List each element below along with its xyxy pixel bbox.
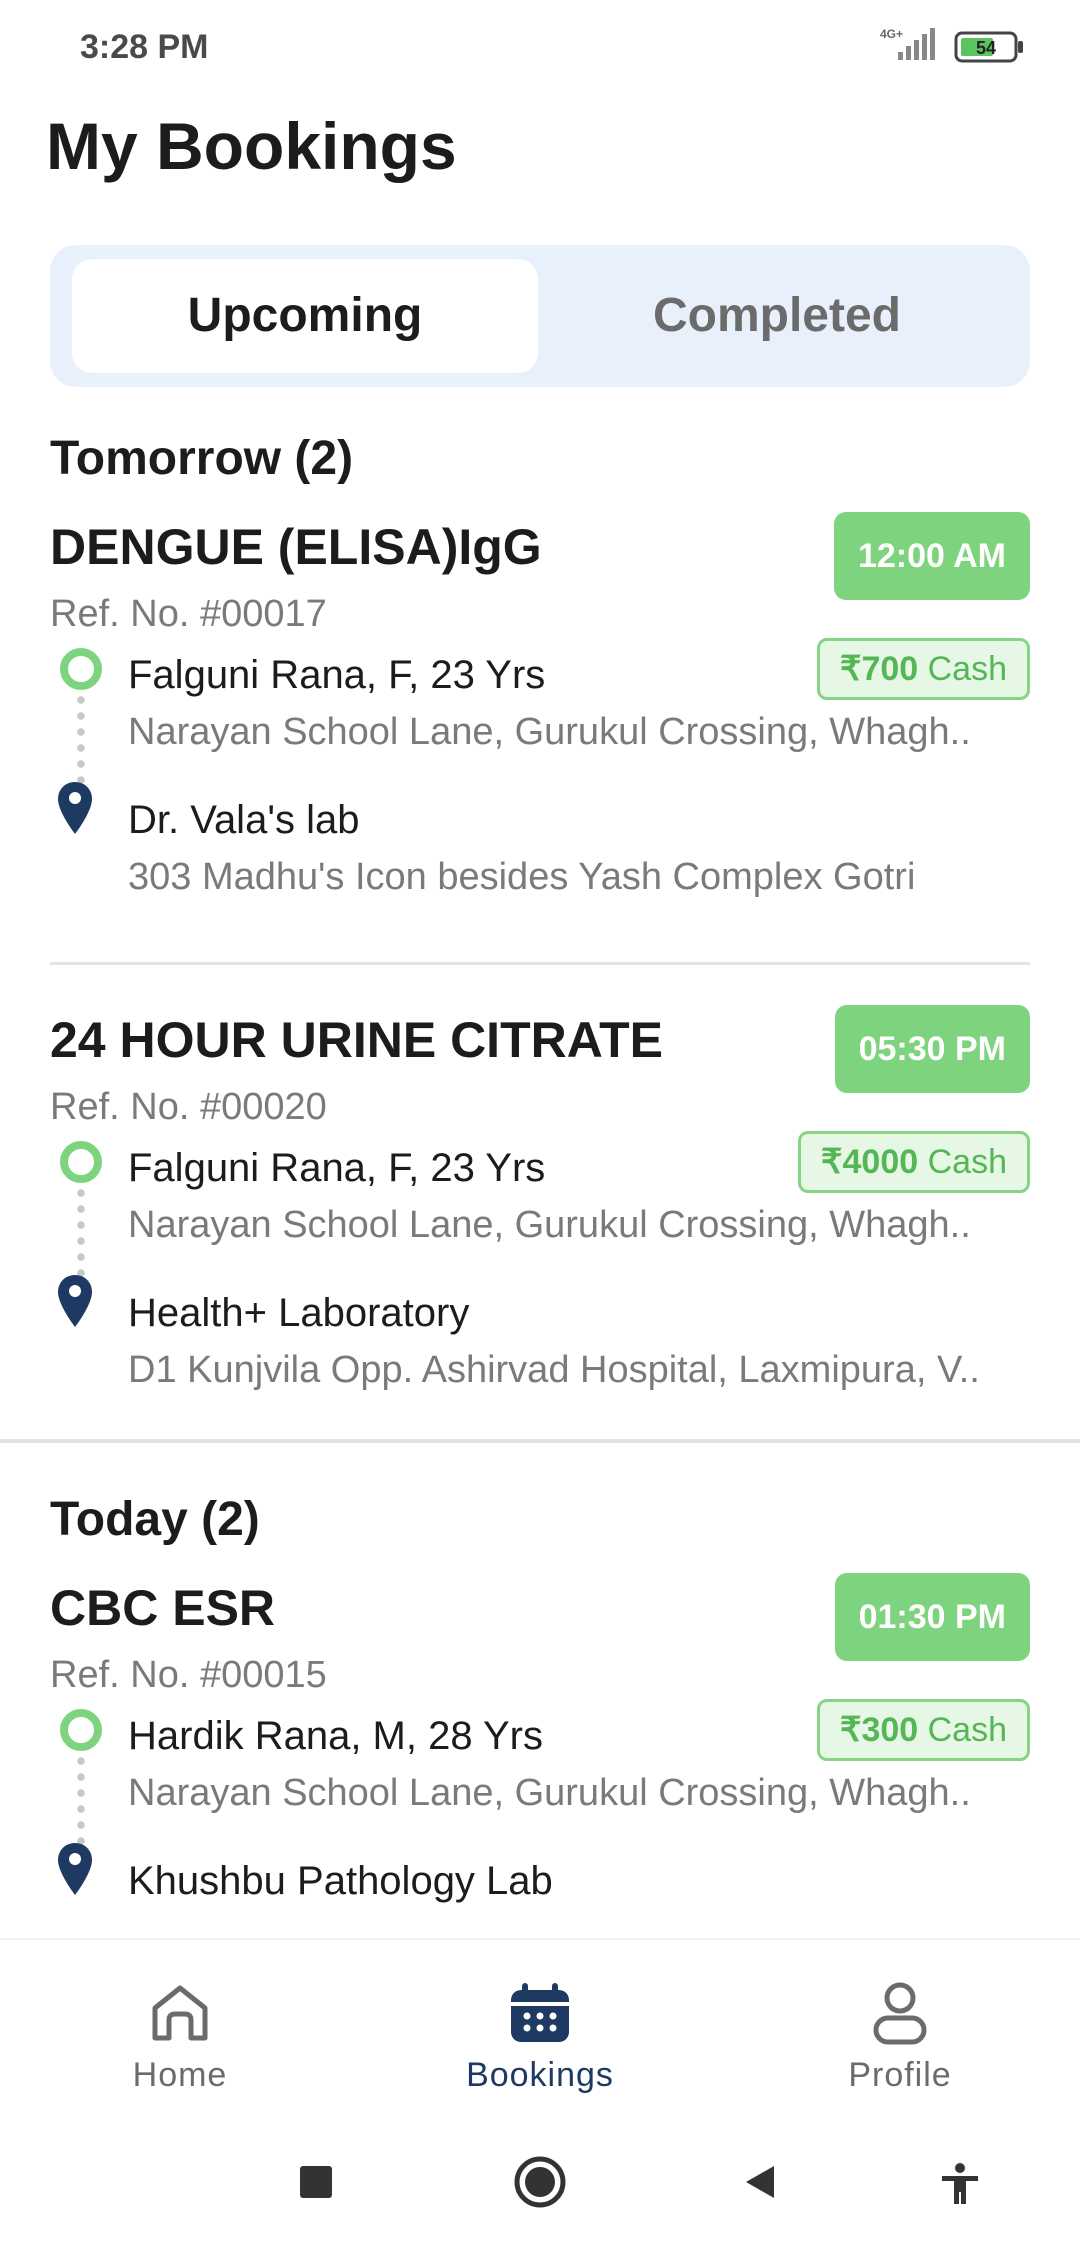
booking-card[interactable]: DENGUE (ELISA)IgG Ref. No. #00017 12:00 …	[50, 498, 1030, 965]
signal-icon: 4G+	[880, 27, 935, 60]
patient-address: Narayan School Lane, Gurukul Crossing, W…	[128, 1772, 971, 1814]
accessibility-icon[interactable]	[940, 2162, 980, 2206]
test-name: DENGUE (ELISA)IgG	[50, 519, 542, 575]
lab-name: Khushbu Pathology Lab	[128, 1859, 553, 1903]
payment-mode: Cash	[927, 1711, 1007, 1749]
price-amount: ₹700	[839, 650, 919, 688]
time-badge: 05:30 PM	[834, 1005, 1030, 1093]
section-title: Today (2)	[50, 1493, 260, 1546]
bottom-navigation: Home Bookings Profile	[0, 1938, 1080, 2124]
origin-dot-icon	[60, 1141, 102, 1183]
page-title: My Bookings	[46, 109, 457, 183]
profile-icon	[873, 1982, 927, 2045]
patient-name: Hardik Rana, M, 28 Yrs	[128, 1714, 543, 1758]
section-title: Tomorrow (2)	[50, 432, 354, 485]
tab-upcoming[interactable]: Upcoming	[72, 259, 538, 373]
origin-dot-icon	[60, 1709, 102, 1751]
patient-name: Falguni Rana, F, 23 Yrs	[128, 653, 546, 697]
booking-card[interactable]: 24 HOUR URINE CITRATE Ref. No. #00020 05…	[50, 965, 1030, 1439]
price-amount: ₹4000	[820, 1143, 919, 1181]
route-timeline	[54, 640, 120, 840]
home-icon	[152, 1985, 208, 2041]
battery-level: 54	[976, 38, 996, 58]
system-navigation-bar	[0, 2122, 1080, 2246]
dotted-line	[77, 1185, 85, 1281]
test-name: CBC ESR	[50, 1580, 276, 1636]
time-badge: 01:30 PM	[834, 1573, 1030, 1661]
patient-name: Falguni Rana, F, 23 Yrs	[128, 1146, 546, 1190]
lab-name: Health+ Laboratory	[128, 1291, 470, 1335]
nav-bookings-label: Bookings	[466, 2056, 614, 2094]
payment-mode: Cash	[927, 1143, 1007, 1181]
status-bar: 3:28 PM 4G+ 54	[0, 0, 1080, 96]
nav-home-label: Home	[132, 2056, 228, 2094]
route-timeline	[54, 1133, 120, 1333]
location-pin-icon	[58, 1843, 92, 1895]
lab-address: 303 Madhu's Icon besides Yash Complex Go…	[128, 856, 916, 898]
route-timeline	[54, 1701, 120, 1901]
booking-card[interactable]: CBC ESR Ref. No. #00015 01:30 PM ₹300 Ca…	[50, 1559, 1030, 1938]
price-badge: ₹700 Cash	[816, 638, 1030, 700]
origin-dot-icon	[60, 648, 102, 690]
status-time: 3:28 PM	[80, 28, 209, 66]
time-badge: 12:00 AM	[833, 512, 1030, 600]
price-badge: ₹300 Cash	[816, 1699, 1030, 1761]
dotted-line	[77, 692, 85, 788]
section-today: Today (2) CBC ESR Ref. No. #00015 01:30 …	[0, 1443, 1080, 1938]
patient-address: Narayan School Lane, Gurukul Crossing, W…	[128, 1204, 971, 1246]
patient-address: Narayan School Lane, Gurukul Crossing, W…	[128, 711, 971, 753]
bookings-list[interactable]: Tomorrow (2) DENGUE (ELISA)IgG Ref. No. …	[0, 420, 1080, 1938]
payment-mode: Cash	[927, 650, 1007, 688]
calendar-icon	[511, 1983, 569, 2042]
home-button-icon[interactable]	[512, 2154, 568, 2210]
lab-name: Dr. Vala's lab	[128, 798, 360, 842]
reference-number: Ref. No. #00015	[50, 1654, 327, 1696]
reference-number: Ref. No. #00020	[50, 1086, 327, 1128]
booking-tabs: Upcoming Completed	[50, 245, 1030, 387]
reference-number: Ref. No. #00017	[50, 593, 327, 635]
lab-address: D1 Kunjvila Opp. Ashirvad Hospital, Laxm…	[128, 1349, 980, 1391]
dotted-line	[77, 1753, 85, 1849]
tab-completed[interactable]: Completed	[544, 259, 1010, 373]
location-pin-icon	[58, 782, 92, 834]
price-amount: ₹300	[839, 1711, 919, 1749]
test-name: 24 HOUR URINE CITRATE	[50, 1012, 664, 1068]
network-type: 4G+	[880, 27, 903, 41]
recent-apps-icon[interactable]	[296, 2162, 336, 2202]
nav-bookings[interactable]: Bookings	[440, 1980, 640, 2095]
back-icon[interactable]	[740, 2162, 780, 2202]
battery-icon: 54	[954, 31, 1023, 63]
nav-profile-label: Profile	[848, 2056, 952, 2094]
nav-home[interactable]: Home	[80, 1980, 280, 2095]
nav-profile[interactable]: Profile	[800, 1980, 1000, 2095]
location-pin-icon	[58, 1275, 92, 1327]
price-badge: ₹4000 Cash	[797, 1131, 1030, 1193]
section-tomorrow: Tomorrow (2) DENGUE (ELISA)IgG Ref. No. …	[0, 420, 1080, 1439]
